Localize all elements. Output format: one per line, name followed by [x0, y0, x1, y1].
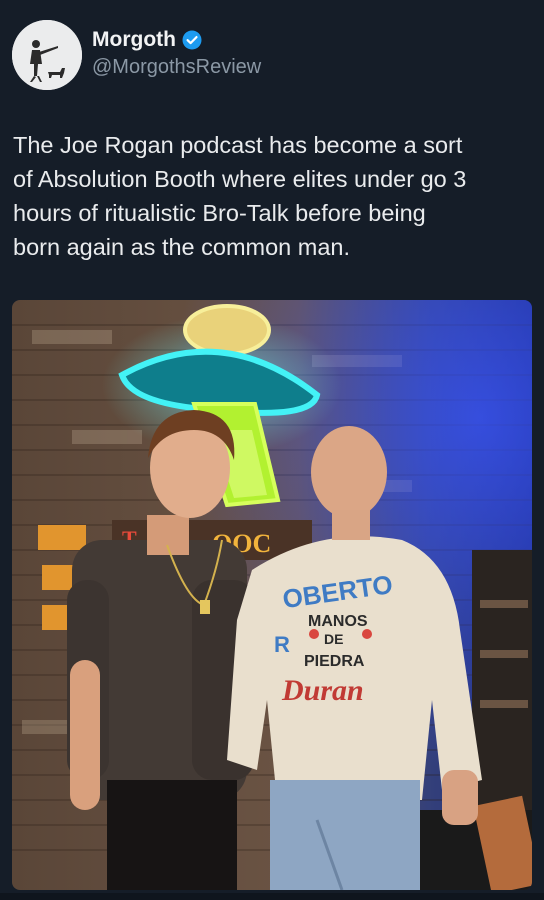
hoodie-text-r: R [274, 632, 290, 657]
tweet-text: The Joe Rogan podcast has become a sort … [13, 132, 467, 260]
hoodie-text-piedra: PIEDRA [304, 653, 365, 670]
avatar[interactable] [12, 20, 82, 90]
photo-illustration: T OOC T E U S [12, 300, 532, 890]
hoodie-text-manos: MANOS [308, 613, 368, 630]
author-handle[interactable]: @MorgothsReview [92, 56, 261, 79]
author-names: Morgoth @MorgothsReview [92, 28, 261, 79]
hoodie-text-duran: Duran [281, 674, 364, 707]
silhouette-hunter-with-dog-icon [12, 20, 82, 90]
display-name-row: Morgoth [92, 28, 261, 52]
verified-badge-icon [182, 30, 202, 50]
tweet-photo[interactable]: T OOC T E U S [12, 300, 532, 890]
hoodie-text-de: DE [324, 631, 343, 647]
tweet-header: Morgoth @MorgothsReview [12, 20, 532, 92]
bottom-divider [0, 893, 544, 900]
display-name[interactable]: Morgoth [92, 28, 176, 52]
